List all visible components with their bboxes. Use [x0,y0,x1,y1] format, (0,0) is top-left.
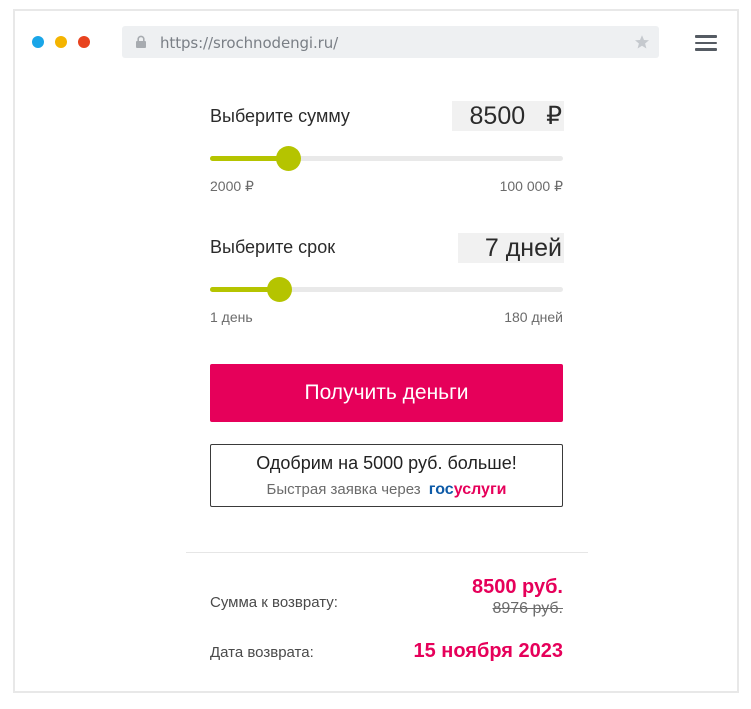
get-money-button[interactable]: Получить деньги [210,364,563,422]
amount-slider-handle[interactable] [276,146,301,171]
gosuslugi-logo: госуслуги [428,481,507,498]
term-label: Выберите срок [210,237,336,257]
amount-max-label: 100 000 ₽ [499,178,563,194]
browser-window: https://srochnodengi.ru/ Выберите сумму … [13,9,739,693]
gosuslugi-application-button[interactable]: Одобрим на 5000 руб. больше! Быстрая зая… [210,444,563,507]
repayment-date-value: 15 ноября 2023 [413,640,563,662]
amount-label: Выберите сумму [210,106,350,126]
term-max-label: 180 дней [504,309,563,325]
amount-slider-track[interactable] [210,146,563,171]
term-value-field[interactable]: 7 дней [458,233,564,263]
repayment-sum-label: Сумма к возврату: [210,594,338,611]
gosuslugi-title: Одобрим на 5000 руб. больше! [256,453,517,473]
term-min-label: 1 день [210,309,253,325]
amount-min-label: 2000 ₽ [210,178,254,194]
amount-currency: ₽ [546,102,562,130]
gosuslugi-subtitle: Быстрая заявка через [266,481,421,498]
repayment-date-label: Дата возврата: [210,644,314,661]
term-value: 7 дней [484,234,562,262]
repayment-sum-old: 8976 руб. [492,600,563,617]
amount-value-field[interactable]: 8500 ₽ [452,101,564,131]
term-slider-handle[interactable] [267,277,292,302]
gosuslugi-subtitle-row: Быстрая заявка через госуслуги [211,481,562,499]
divider [186,552,588,553]
repayment-sum-value: 8500 руб. [471,576,563,598]
amount-value: 8500 [469,102,526,130]
term-slider-track[interactable] [210,277,563,302]
loan-calculator: Выберите сумму 8500 ₽ 2000 ₽ 100 000 ₽ В… [15,11,737,691]
